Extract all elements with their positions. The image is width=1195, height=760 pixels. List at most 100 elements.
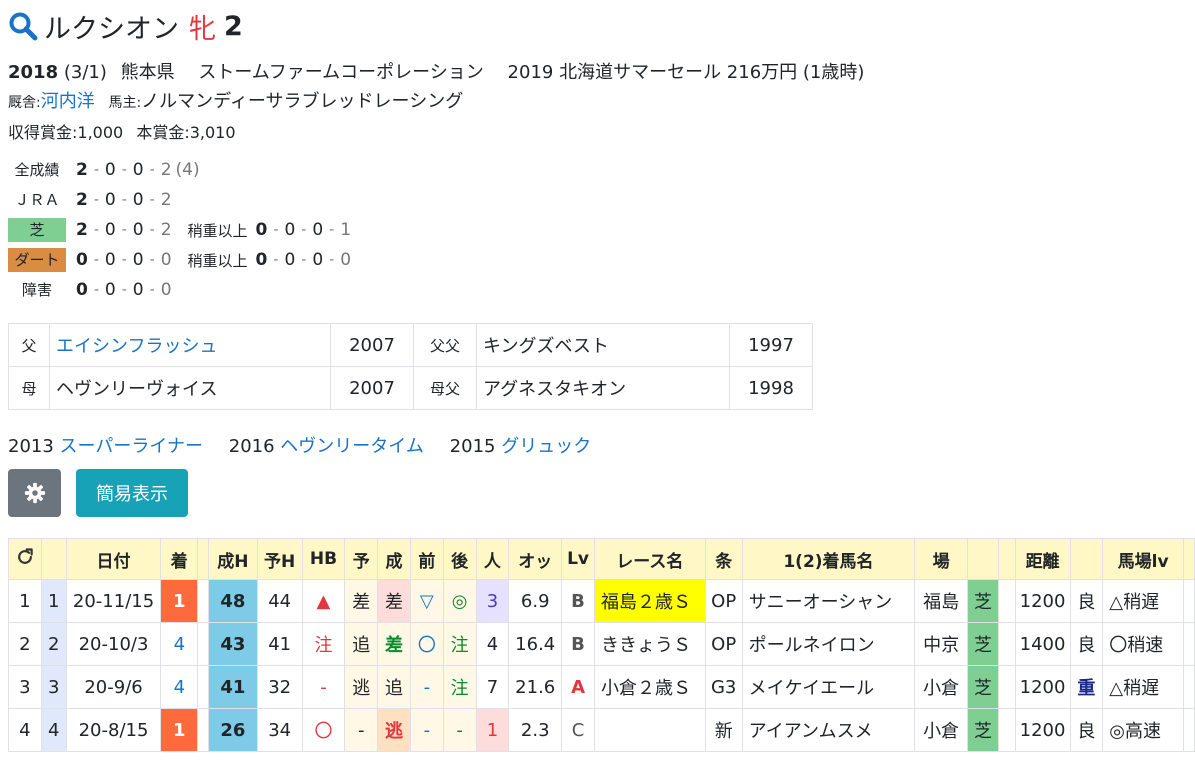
col-mae[interactable]: 前 — [409, 538, 444, 580]
record-label: ダート — [8, 248, 66, 272]
col-winner[interactable]: 1(2)着馬名 — [741, 538, 916, 580]
row-lv: C — [561, 708, 595, 752]
row-winner[interactable]: メイケイエール — [741, 665, 916, 709]
col-ato[interactable]: 後 — [442, 538, 477, 580]
col-race[interactable]: レース名 — [593, 538, 706, 580]
row-place: 小倉 — [914, 708, 969, 752]
col-surface — [967, 538, 999, 580]
reload-header[interactable] — [8, 538, 42, 580]
record-win: 2 — [76, 160, 88, 180]
record-third: 0 — [132, 250, 144, 270]
row-sei: 差 — [377, 622, 411, 666]
col-pop[interactable]: 人 — [475, 538, 510, 580]
record-other: 2 — [160, 160, 172, 180]
row-race[interactable]: 小倉２歳Ｓ — [593, 665, 706, 709]
col-idx — [40, 538, 67, 580]
record-other: 2 — [160, 190, 172, 210]
record-second: 0 — [104, 160, 116, 180]
row-pop: 4 — [475, 622, 510, 666]
col-odds[interactable]: オッ — [508, 538, 563, 580]
row-idx: 2 — [40, 622, 67, 666]
row-blank — [197, 579, 209, 623]
row-yoh: 44 — [256, 579, 303, 623]
row-seih: 43 — [208, 622, 258, 666]
row-race[interactable]: 福島２歳Ｓ — [593, 579, 706, 623]
sibling-link[interactable]: グリュック — [501, 436, 591, 457]
row-class: OP — [704, 622, 743, 666]
col-place[interactable]: 場 — [914, 538, 969, 580]
sale: 2019 北海道サマーセール 216万円 (1歳時) — [507, 62, 865, 83]
settings-button[interactable] — [8, 469, 61, 517]
sires-sire-label: 父父 — [413, 323, 477, 367]
table-row[interactable]: 1 1 20-11/15 1 48 44 ▲ 差 差 ▽ ◎ 3 6.9 B 福… — [8, 579, 1195, 623]
col-more — [1183, 538, 1195, 580]
col-lv[interactable]: Lv — [561, 538, 595, 580]
col-babalv[interactable]: 馬場lv — [1102, 538, 1184, 580]
row-odds: 6.9 — [508, 579, 563, 623]
row-winner[interactable]: ポールネイロン — [741, 622, 916, 666]
row-class: OP — [704, 579, 743, 623]
row-seih: 41 — [208, 665, 258, 709]
row-ato: 注 — [442, 622, 477, 666]
row-more — [1183, 665, 1195, 709]
row-blank2 — [997, 708, 1016, 752]
row-more — [1183, 622, 1195, 666]
horse-name: ルクシオン — [44, 13, 179, 45]
row-date: 20-8/15 — [65, 708, 162, 752]
table-row[interactable]: 3 3 20-9/6 4 41 32 - 逃 追 - 注 7 21.6 A 小倉… — [8, 665, 1195, 709]
row-pop: 7 — [475, 665, 510, 709]
col-rank[interactable]: 着 — [160, 538, 199, 580]
col-yoh[interactable]: 予H — [256, 538, 303, 580]
record-second: 0 — [104, 280, 116, 300]
record-other: 0 — [160, 250, 172, 270]
col-class[interactable]: 条 — [704, 538, 743, 580]
row-blank2 — [997, 622, 1016, 666]
row-race[interactable]: ききょうＳ — [593, 622, 706, 666]
row-race[interactable] — [593, 708, 706, 752]
pedigree-row: 父 エイシンフラッシュ 2007 父父 キングズベスト 1997 — [8, 323, 813, 367]
row-date: 20-10/3 — [65, 622, 162, 666]
row-idx: 4 — [40, 708, 67, 752]
sibling-year: 2013 — [8, 436, 54, 457]
col-cond[interactable] — [1069, 538, 1104, 580]
simple-view-button[interactable]: 簡易表示 — [76, 469, 188, 517]
refresh-icon[interactable] — [15, 547, 35, 567]
gear-icon — [24, 482, 45, 504]
earnings-line: 収得賞金:1,000 本賞金:3,010 — [8, 119, 236, 143]
record-sub-label: 稍重以上 — [187, 251, 248, 270]
sire-link[interactable]: エイシンフラッシュ — [49, 323, 331, 367]
col-hb[interactable]: HB — [301, 538, 346, 580]
record-second: 0 — [104, 220, 116, 240]
sibling-link[interactable]: ヘヴンリータイム — [280, 436, 424, 457]
record-sub-other: 0 — [340, 250, 352, 270]
trainer-link[interactable]: 河内洋 — [41, 91, 95, 112]
table-row[interactable]: 2 2 20-10/3 4 43 41 注 追 差 〇 注 4 16.4 B き… — [8, 622, 1195, 666]
record-sub-win: 0 — [255, 220, 268, 240]
sibling-year: 2016 — [228, 436, 275, 457]
record-jra: ＪＲＡ 2- 0- 0- 2 — [8, 187, 172, 213]
col-distance[interactable]: 距離 — [1014, 538, 1071, 580]
record-sub-second: 0 — [284, 220, 296, 240]
row-distance: 1400 — [1014, 622, 1071, 666]
sire-year: 2007 — [330, 323, 414, 367]
col-sei[interactable]: 成 — [377, 538, 411, 580]
search-icon[interactable] — [8, 11, 38, 41]
birth-year: 2018 — [8, 62, 59, 83]
table-row[interactable]: 4 4 20-8/15 1 26 34 〇 - 逃 - - 1 2.3 C 新 … — [8, 708, 1195, 752]
row-place: 福島 — [914, 579, 969, 623]
row-winner[interactable]: サニーオーシャン — [741, 579, 916, 623]
row-seih: 26 — [208, 708, 258, 752]
col-yo[interactable]: 予 — [344, 538, 379, 580]
record-label: 全成績 — [14, 161, 60, 179]
sibling-link[interactable]: スーパーライナー — [60, 436, 203, 457]
row-rank: 1 — [160, 708, 199, 752]
record-dirt: ダート 0- 0- 0- 0 稍重以上 0- 0- 0- 0 — [8, 247, 351, 273]
row-hb: - — [301, 665, 346, 709]
col-seih[interactable]: 成H — [208, 538, 258, 580]
row-winner[interactable]: アイアンムスメ — [741, 708, 916, 752]
col-date[interactable]: 日付 — [65, 538, 162, 580]
row-odds: 2.3 — [508, 708, 563, 752]
race-table: 日付 着 成H 予H HB 予 成 前 後 人 オッ Lv レース名 条 1(2… — [8, 538, 1195, 752]
record-win: 0 — [76, 280, 88, 300]
row-more — [1183, 579, 1195, 623]
